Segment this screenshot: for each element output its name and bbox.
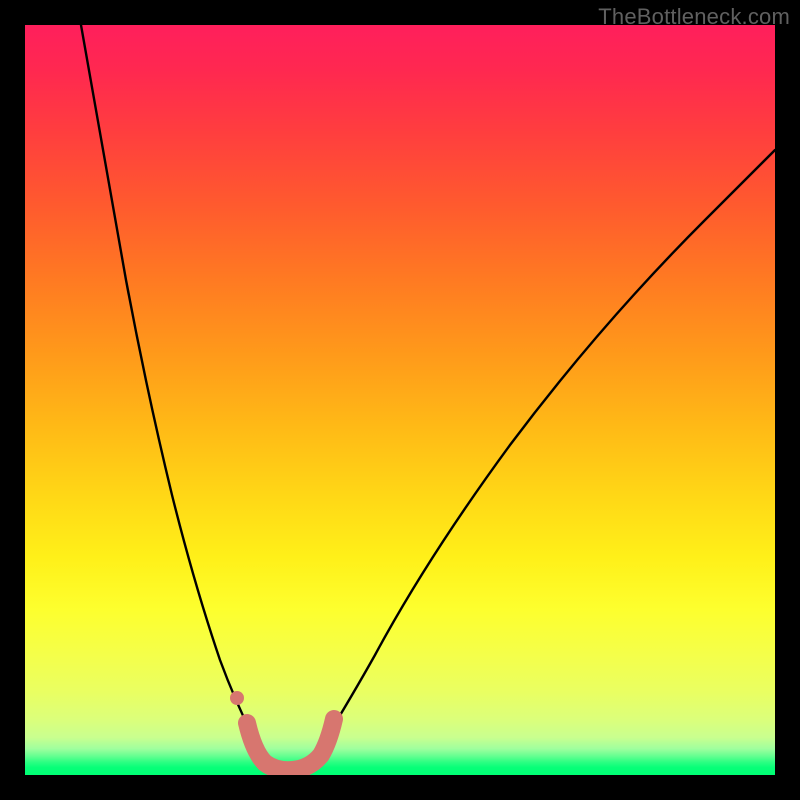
- chart-frame: TheBottleneck.com: [0, 0, 800, 800]
- watermark-text: TheBottleneck.com: [598, 4, 790, 30]
- left-curve: [81, 25, 257, 745]
- curves-layer: [25, 25, 775, 775]
- valley-thick-accent: [247, 719, 334, 770]
- isolated-accent-dot: [230, 691, 244, 705]
- plot-area: [25, 25, 775, 775]
- right-curve: [310, 150, 775, 765]
